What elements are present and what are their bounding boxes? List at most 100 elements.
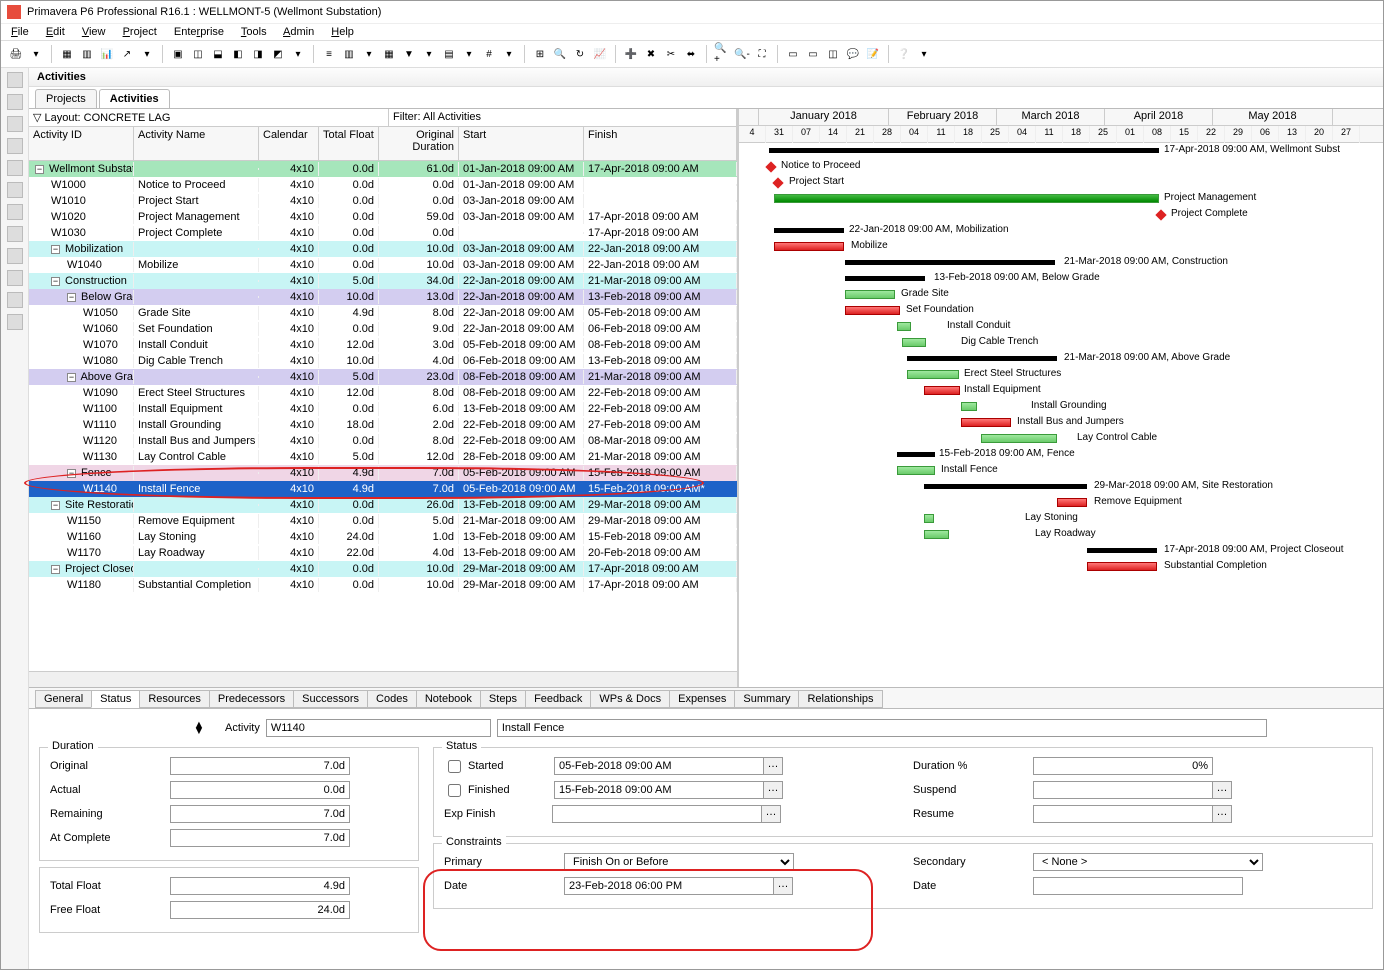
resume-date[interactable] xyxy=(1033,805,1213,823)
detail-tab-summary[interactable]: Summary xyxy=(734,690,799,708)
gantt-bar[interactable] xyxy=(774,228,844,233)
primary-date-picker[interactable]: … xyxy=(773,877,793,895)
table-row[interactable]: − Below Grade4x1010.0d13.0d22-Jan-2018 0… xyxy=(29,289,737,305)
gantt-bar[interactable] xyxy=(897,452,935,457)
gantt-bar[interactable] xyxy=(924,484,1087,489)
col-id[interactable]: Activity ID xyxy=(29,127,134,160)
lt6-icon[interactable] xyxy=(7,182,23,198)
detail-tab-steps[interactable]: Steps xyxy=(480,690,526,708)
menu-file[interactable]: File xyxy=(11,26,29,38)
table-row[interactable]: − Fence4x104.9d7.0d05-Feb-2018 09:00 AM1… xyxy=(29,465,737,481)
gantt-chart[interactable]: January 2018February 2018March 2018April… xyxy=(739,109,1383,687)
lt7-icon[interactable] xyxy=(7,204,23,220)
gantt-bar[interactable] xyxy=(897,466,935,475)
primary-date[interactable]: 23-Feb-2018 06:00 PM xyxy=(564,877,774,895)
calc-icon[interactable]: 🔍 xyxy=(551,45,569,63)
cols-icon[interactable]: ▥ xyxy=(340,45,358,63)
col-finish[interactable]: Finish xyxy=(584,127,737,160)
table-row[interactable]: W1130Lay Control Cable4x105.0d12.0d28-Fe… xyxy=(29,449,737,465)
layout-icon[interactable]: ▦ xyxy=(58,45,76,63)
table-row[interactable]: − Wellmont Substation4x100.0d61.0d01-Jan… xyxy=(29,161,737,177)
menu-tools[interactable]: Tools xyxy=(241,26,267,38)
col-cal[interactable]: Calendar xyxy=(259,127,319,160)
menu-view[interactable]: View xyxy=(82,26,106,38)
chat-icon[interactable]: 💬 xyxy=(844,45,862,63)
lt10-icon[interactable] xyxy=(7,270,23,286)
gantt-bar[interactable] xyxy=(765,161,776,172)
resume-picker[interactable]: … xyxy=(1212,805,1232,823)
lt5-icon[interactable] xyxy=(7,160,23,176)
col-od[interactable]: Original Duration xyxy=(379,127,459,160)
arrow-icon[interactable]: ↗ xyxy=(118,45,136,63)
gantt-bar[interactable] xyxy=(1087,548,1157,553)
atcomplete-duration[interactable]: 7.0d xyxy=(170,829,350,847)
menu-admin[interactable]: Admin xyxy=(283,26,314,38)
grid-hscroll[interactable] xyxy=(29,671,737,687)
filter-name[interactable]: Filter: All Activities xyxy=(389,109,737,126)
layout2-icon[interactable]: ▥ xyxy=(78,45,96,63)
suspend-picker[interactable]: … xyxy=(1212,781,1232,799)
menu-help[interactable]: Help xyxy=(331,26,354,38)
secondary-constraint[interactable]: < None > xyxy=(1033,853,1263,871)
print-icon[interactable]: 🖨 xyxy=(7,45,25,63)
grid-rows[interactable]: − Wellmont Substation4x100.0d61.0d01-Jan… xyxy=(29,161,737,671)
gantt-bar[interactable] xyxy=(981,434,1057,443)
chart4-icon[interactable]: ◧ xyxy=(229,45,247,63)
dropdown5-icon[interactable]: ▾ xyxy=(420,45,438,63)
gantt-bar[interactable] xyxy=(1087,562,1157,571)
detail-tab-codes[interactable]: Codes xyxy=(367,690,417,708)
table-row[interactable]: W1090Erect Steel Structures4x1012.0d8.0d… xyxy=(29,385,737,401)
table-row[interactable]: W1030Project Complete4x100.0d0.0d17-Apr-… xyxy=(29,225,737,241)
menu-project[interactable]: Project xyxy=(123,26,157,38)
help-icon[interactable]: ❔ xyxy=(895,45,913,63)
finished-picker[interactable]: … xyxy=(763,781,783,799)
gantt-bar[interactable] xyxy=(1057,498,1087,507)
table-row[interactable]: W1070Install Conduit4x1012.0d3.0d05-Feb-… xyxy=(29,337,737,353)
remaining-duration[interactable]: 7.0d xyxy=(170,805,350,823)
table-row[interactable]: W1150Remove Equipment4x100.0d5.0d21-Mar-… xyxy=(29,513,737,529)
b3-icon[interactable]: ◫ xyxy=(824,45,842,63)
lt9-icon[interactable] xyxy=(7,248,23,264)
gantt-bar[interactable] xyxy=(769,148,1159,153)
lt1-icon[interactable] xyxy=(7,72,23,88)
del-icon[interactable]: ✖ xyxy=(642,45,660,63)
dropdown-icon[interactable]: ▾ xyxy=(27,45,45,63)
menu-edit[interactable]: Edit xyxy=(46,26,65,38)
chart1-icon[interactable]: ▣ xyxy=(169,45,187,63)
dropdown4-icon[interactable]: ▾ xyxy=(360,45,378,63)
dropdown3-icon[interactable]: ▾ xyxy=(289,45,307,63)
col-name[interactable]: Activity Name xyxy=(134,127,259,160)
gantt-bar[interactable] xyxy=(961,418,1011,427)
table-row[interactable]: W1110Install Grounding4x1018.0d2.0d22-Fe… xyxy=(29,417,737,433)
table-row[interactable]: W1140Install Fence4x104.9d7.0d05-Feb-201… xyxy=(29,481,737,497)
table-row[interactable]: W1050Grade Site4x104.9d8.0d22-Jan-2018 0… xyxy=(29,305,737,321)
lt8-icon[interactable] xyxy=(7,226,23,242)
free-float[interactable]: 24.0d xyxy=(170,901,350,919)
finished-date[interactable]: 15-Feb-2018 09:00 AM xyxy=(554,781,764,799)
gantt-bar[interactable] xyxy=(845,276,925,281)
tab-projects[interactable]: Projects xyxy=(35,89,97,108)
detail-tab-resources[interactable]: Resources xyxy=(139,690,210,708)
lt4-icon[interactable] xyxy=(7,138,23,154)
gantt-bar[interactable] xyxy=(774,242,844,251)
gantt-bar[interactable] xyxy=(774,194,1159,203)
chart5-icon[interactable]: ◨ xyxy=(249,45,267,63)
bars-icon[interactable]: ≡ xyxy=(320,45,338,63)
activity-id-field[interactable] xyxy=(266,719,491,737)
grid-icon[interactable]: ⊞ xyxy=(531,45,549,63)
gantt-bar[interactable] xyxy=(845,290,895,299)
expfinish-picker[interactable]: … xyxy=(761,805,781,823)
table-row[interactable]: W1160Lay Stoning4x1024.0d1.0d13-Feb-2018… xyxy=(29,529,737,545)
suspend-date[interactable] xyxy=(1033,781,1213,799)
detail-tab-notebook[interactable]: Notebook xyxy=(416,690,481,708)
dropdown6-icon[interactable]: ▾ xyxy=(460,45,478,63)
table-row[interactable]: − Above Grade4x105.0d23.0d08-Feb-2018 09… xyxy=(29,369,737,385)
table-row[interactable]: W1040Mobilize4x100.0d10.0d03-Jan-2018 09… xyxy=(29,257,737,273)
detail-tab-status[interactable]: Status xyxy=(91,690,140,708)
lt11-icon[interactable] xyxy=(7,292,23,308)
detail-tab-relationships[interactable]: Relationships xyxy=(798,690,882,708)
gantt-bar[interactable] xyxy=(961,402,977,411)
lt3-icon[interactable] xyxy=(7,116,23,132)
original-duration[interactable]: 7.0d xyxy=(170,757,350,775)
gantt-bar[interactable] xyxy=(907,370,959,379)
